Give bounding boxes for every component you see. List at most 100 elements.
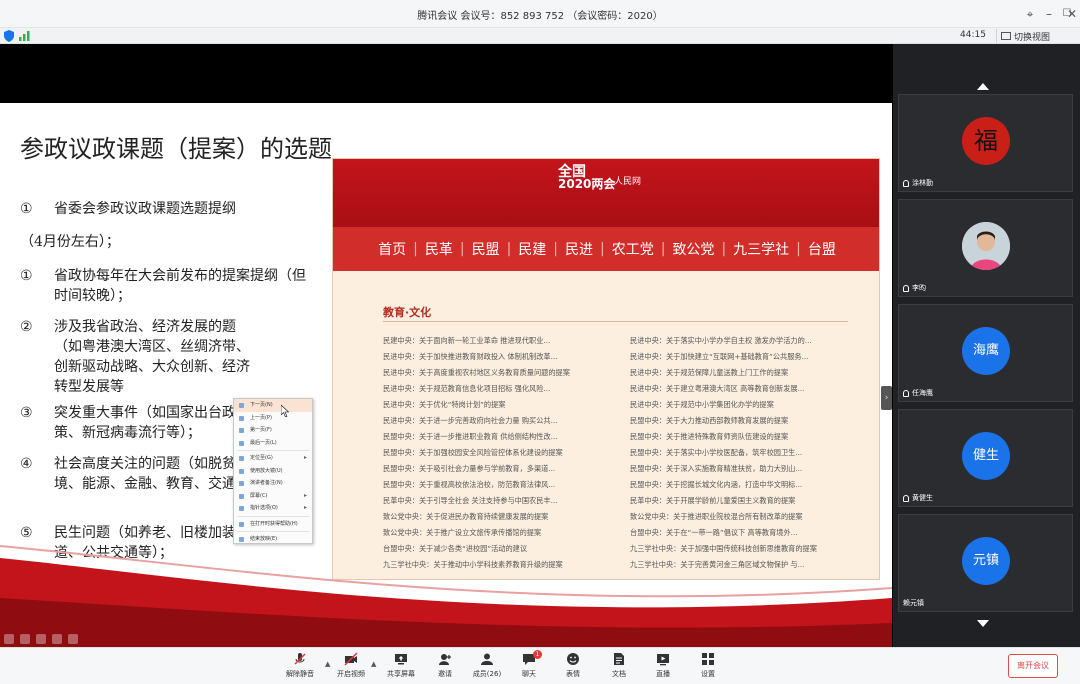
eraser-tool-icon[interactable] [36,634,46,644]
mic-muted-icon [294,653,306,665]
name-label: 涂林勤 [912,179,933,187]
context-menu-item[interactable]: 最后一页(L) [234,437,312,450]
participant-tile[interactable]: 元镇 赖元镇 [898,514,1073,612]
news-headline: 民盟中央：关于加强校园安全风险管控体系化建设的提案 [383,448,563,457]
item-number: ② [20,319,33,335]
shield-icon[interactable] [4,30,14,42]
divider [383,321,848,322]
slides-tool-icon[interactable] [52,634,62,644]
nav-item: 九三学社 [733,242,790,258]
news-headline: 民盟中央：关于落实中小学校医配备，筑牢校园卫生... [630,448,803,457]
video-off-icon [344,652,358,666]
members-button[interactable]: 成员(26) [467,652,507,679]
menu-divider [237,531,309,532]
close-button[interactable]: ✕ [1063,5,1080,23]
participant-tile[interactable]: 海鹰 任海鹰 [898,304,1073,402]
avatar-text: 福 [974,127,998,155]
menu-item-icon [239,521,244,527]
news-headline: 民革中央：关于开展学龄前儿童爱国主义教育的提案 [630,496,796,505]
context-menu-item[interactable]: 下一页(N) [234,399,312,412]
submenu-arrow-icon: ▸ [303,454,307,461]
settings-button[interactable]: 设置 [688,652,728,679]
context-menu-item[interactable]: 在打开时获得帮助(H) [234,518,312,531]
start-video-button[interactable]: 开启视频 [331,652,371,679]
scroll-down-icon[interactable] [977,620,989,627]
chat-label: 聊天 [522,670,536,678]
leave-meeting-button[interactable]: 离开会议 [1008,654,1058,678]
reactions-button[interactable]: 表情 [553,652,593,679]
menu-divider [237,450,309,451]
settings-grid-icon [702,653,714,665]
context-menu-item[interactable]: 第一页(F) [234,424,312,437]
mic-icon [903,494,909,502]
news-headline: 民建中央：关于面向新一轮工业革命 推进现代职业... [383,336,551,345]
shared-screen-area[interactable]: 参政议政课题（提案）的选题 ① 省委会参政议政课题选题提纲 （4月份左右）； ①… [0,44,893,651]
nav-item: 民进 [565,242,593,258]
news-body: 教育·文化 民建中央：关于面向新一轮工业革命 推进现代职业... 民进中央：关于加… [333,271,879,579]
news-headline: 民进中央：关于加快推进教育财政投入 体制机制改革... [383,352,558,361]
presentation-slide[interactable]: 参政议政课题（提案）的选题 ① 省委会参政议政课题选题提纲 （4月份左右）； ①… [0,103,892,651]
item-text: 省政协每年在大会前发布的提案提纲（但时间较晚）； [54,268,306,304]
menu-item-icon [239,537,244,542]
nav-item: 民革 [424,242,453,258]
docs-button[interactable]: 文档 [599,652,639,679]
invite-button[interactable]: 邀请 [425,652,465,679]
menu-item-icon [239,428,244,433]
chat-unread-badge: 1 [533,650,542,659]
mic-icon [903,389,909,397]
news-nav: 首页 | 民革 | 民盟 | 民建 | 民进 | 农工党 | 致公党 | 九三学社 | 台盟 [333,227,879,271]
docs-label: 文档 [612,670,626,678]
news-right-column: 民进中央：关于落实中小学办学自主权 激发办学活力的... 民进中央：关于加快建立“… [630,333,845,573]
minimize-button[interactable]: – [1040,5,1058,23]
news-headline: 民进中央：关于落实中小学办学自主权 激发办学活力的... [630,336,812,345]
context-menu-item[interactable]: 指针选项(O) ▸ [234,502,312,515]
news-headline: 民盟中央：关于重视高校依法治校，防范教育法律风... [383,480,556,489]
pin-icon[interactable]: ⌖ [1021,5,1039,23]
status-row: 44:15 切换视图 [0,28,1080,44]
live-button[interactable]: 直播 [643,652,683,679]
unmute-label: 解除静音 [286,670,314,678]
item-number: ③ [20,405,33,421]
news-headline: 民进中央：关于加快建立“互联网+基础教育”公共服务... [630,352,809,361]
chevron-up-icon[interactable]: ▲ [325,660,330,668]
switch-view-label: 切换视图 [1014,32,1051,43]
item-number: ① [20,268,33,284]
switch-view-button[interactable]: 切换视图 [996,29,1054,43]
news-section-title: 教育·文化 [383,306,432,319]
members-label: 成员(26) [472,670,502,678]
news-banner: 全国 2020两会 人民网 [333,159,879,227]
zoom-tool-icon[interactable] [68,634,78,644]
item-text: 涉及我省政治、经济发展的题（如粤港澳大湾区、丝绸济带、创新驱动战略、大众创新、经… [54,319,250,395]
title-bar: 腾讯会议 会议号：852 893 752 （会议密码：2020） ⌖ – ☐ [0,0,1080,28]
scroll-up-icon[interactable] [977,83,989,90]
pen-tool-icon[interactable] [20,634,30,644]
nav-item: 民建 [518,242,547,258]
context-menu-item[interactable]: 演讲者备注(N) [234,477,312,490]
news-headline: 民进中央：关于规范教育信息化项目招标 强化风险... [383,384,551,393]
context-menu-item[interactable]: 上一页(P) [234,412,312,425]
participant-tile[interactable]: 福 涂林勤 [898,94,1073,192]
share-screen-button[interactable]: 共享屏幕 [381,652,421,679]
nav-item: 首页 [378,242,407,258]
participant-tile[interactable]: 健生 黄健生 [898,409,1073,507]
menu-divider [237,515,309,517]
context-menu-item[interactable]: 使用放大镜(U) [234,465,312,478]
menu-item-label: 演讲者备注(N) [250,480,283,486]
signal-icon[interactable] [19,31,31,41]
item-text: 突发重大事件（如国家出台政策、新冠病毒流行等）； [54,405,236,441]
context-menu-item[interactable]: 结束放映(E) [234,533,312,546]
context-menu[interactable]: 下一页(N) 上一页(P) 第一页(F) 最后一页(L) 定位至(G) ▸ 使用放大镜(U)… [233,398,313,544]
person-photo-icon [962,222,1010,270]
collapse-panel-button[interactable]: › [881,386,892,410]
mic-icon [903,179,909,187]
context-menu-item[interactable]: 定位至(G) ▸ [234,452,312,465]
reactions-label: 表情 [566,670,580,678]
news-headline: 民盟中央：关于吸引社会力量参与学前教育，多渠道... [383,464,556,473]
chevron-up-icon[interactable]: ▲ [371,660,376,668]
participant-tile[interactable]: 李昀 [898,199,1073,297]
arrow-tool-icon[interactable] [4,634,14,644]
chat-button[interactable]: 1 聊天 [509,650,549,679]
unmute-button[interactable]: 解除静音 [280,652,320,679]
annotation-toolbar[interactable] [4,634,94,646]
context-menu-item[interactable]: 屏幕(C) ▸ [234,490,312,503]
